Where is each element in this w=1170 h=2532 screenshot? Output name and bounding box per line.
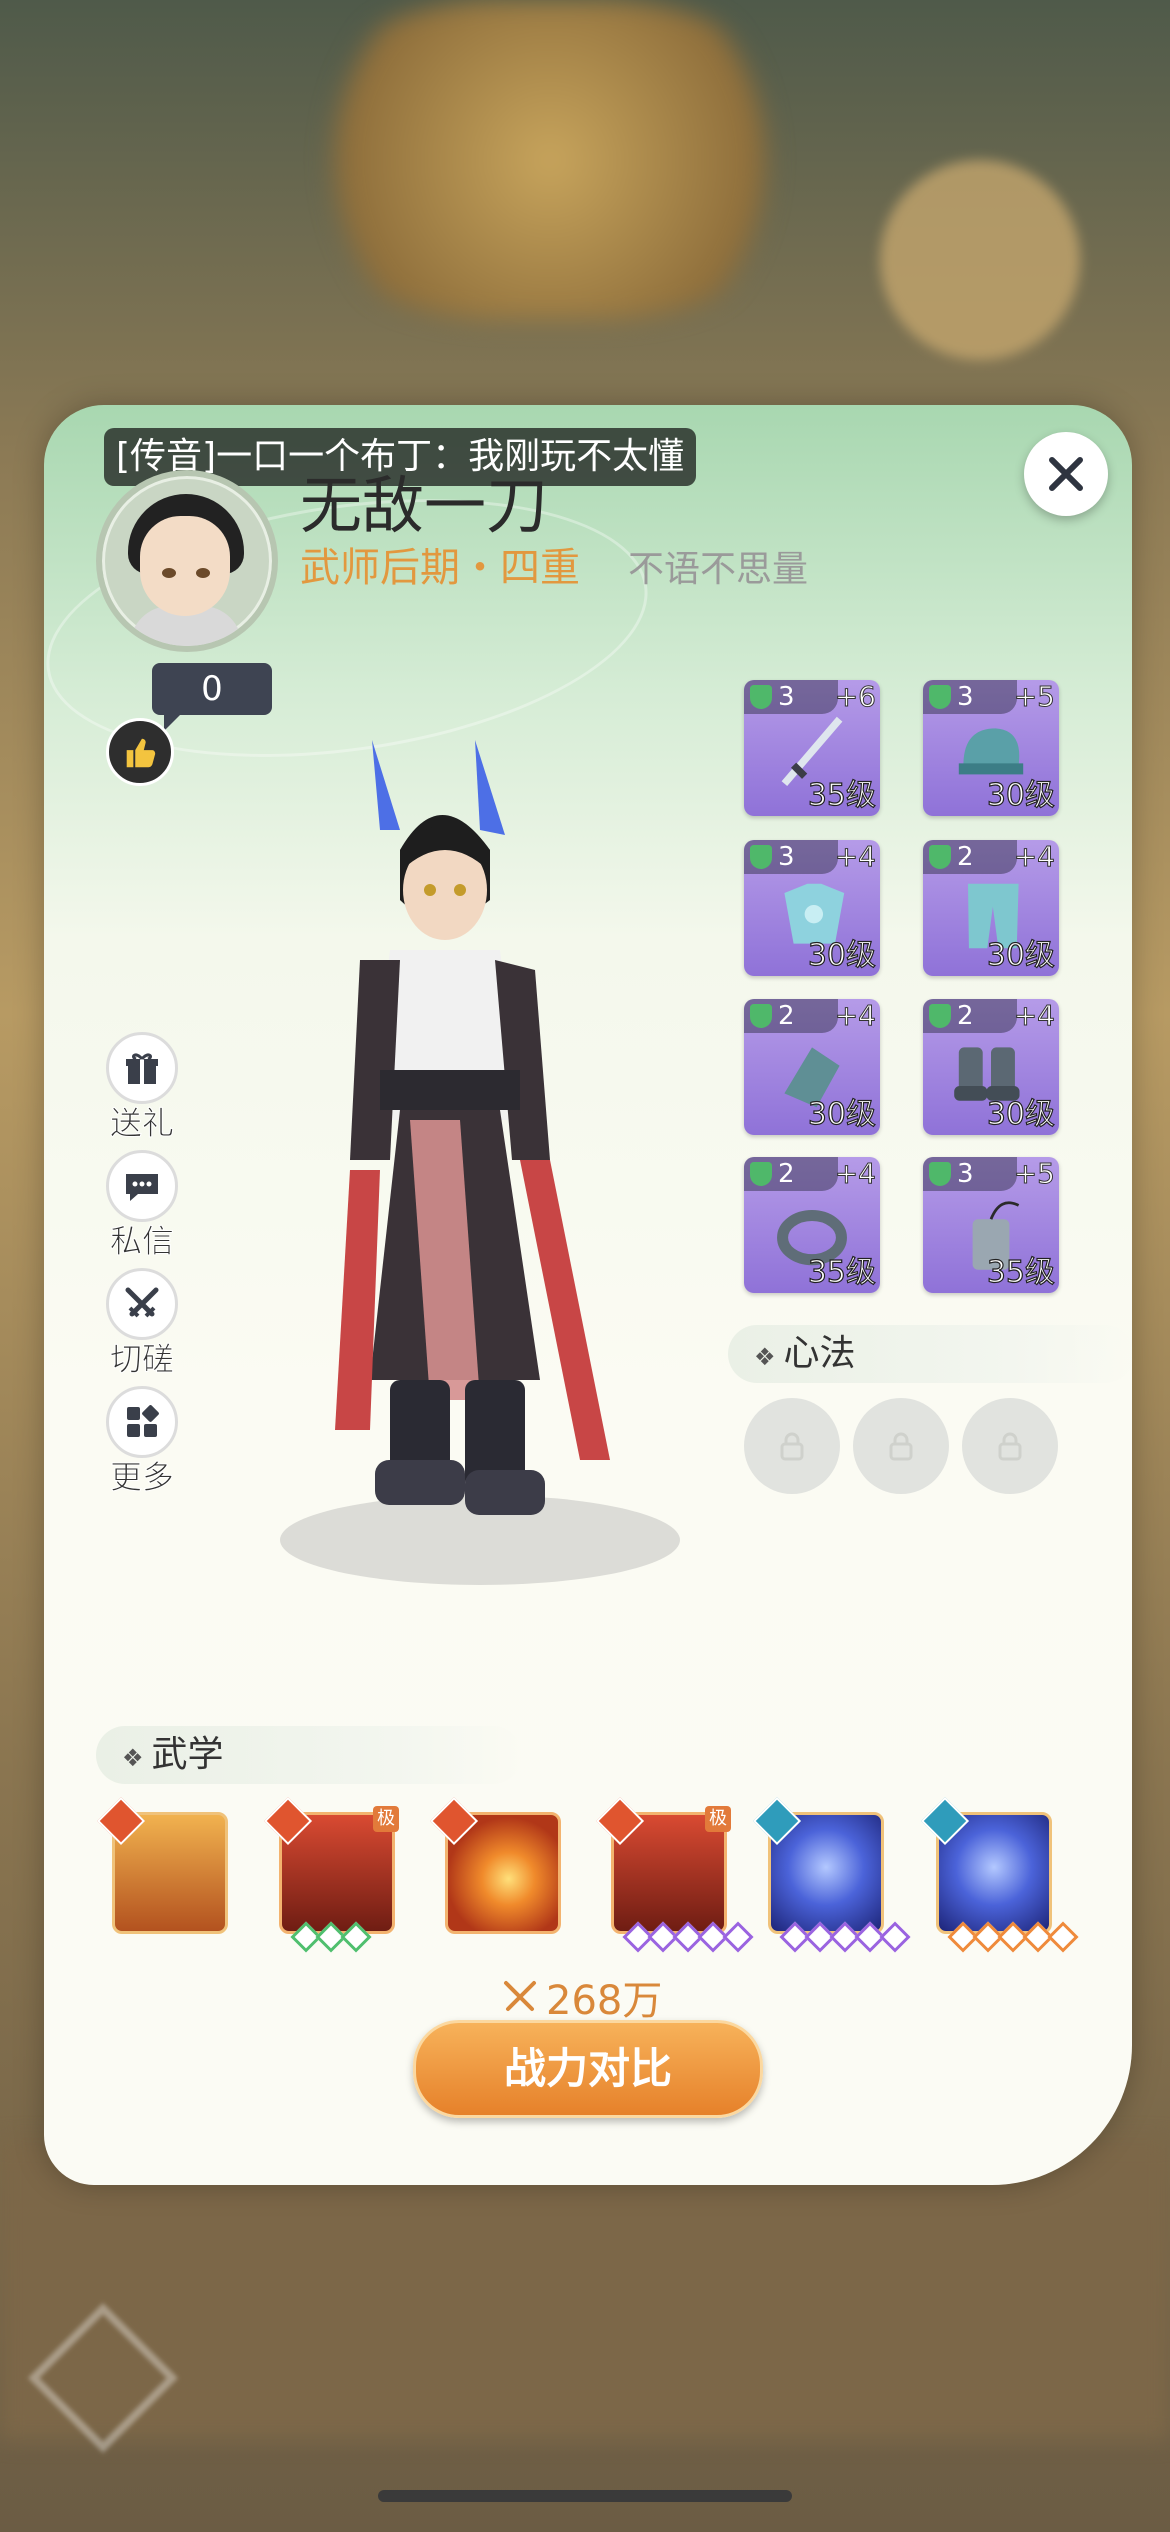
home-indicator[interactable] <box>378 2490 792 2502</box>
equip-level: 30级 <box>807 937 876 973</box>
enhance-level: +4 <box>834 1157 876 1191</box>
player-rank: 武师后期・四重 <box>300 545 580 591</box>
heart-method-title: 心法 <box>783 1333 856 1374</box>
enhance-level: +4 <box>834 999 876 1033</box>
more-grid-icon <box>127 1405 159 1437</box>
equip-slot-bracer[interactable]: 2 +4 30级 <box>744 999 880 1135</box>
skill-slot-6[interactable] <box>920 1796 1079 1953</box>
enhance-level: +4 <box>1013 840 1055 874</box>
gem-count: 2 <box>923 999 1017 1033</box>
enhance-level: +5 <box>1013 1157 1055 1191</box>
skill-slot-5[interactable] <box>752 1796 911 1953</box>
gem-count: 3 <box>744 840 838 874</box>
skill-slot-4[interactable]: 极 <box>595 1796 754 1953</box>
skill-slot-1[interactable] <box>96 1796 228 1934</box>
more-label: 更多 <box>109 1458 174 1497</box>
equip-level: 30级 <box>807 1096 876 1132</box>
section-deco-icon: ❖ <box>122 1744 144 1772</box>
equip-level: 35级 <box>807 777 876 813</box>
side-actions: 送礼 私信 切磋 更多 <box>100 1032 184 1504</box>
character-model[interactable] <box>250 740 710 1620</box>
equip-slot-pendant[interactable]: 3 +5 35级 <box>923 1157 1059 1293</box>
spar-label: 切磋 <box>109 1340 174 1379</box>
message-icon <box>126 1174 158 1201</box>
skill-stars <box>290 1921 372 1953</box>
lock-icon <box>889 1432 913 1461</box>
equip-slot-helmet[interactable]: 3 +5 30级 <box>923 680 1059 816</box>
equip-slot-boots[interactable]: 2 +4 30级 <box>923 999 1059 1135</box>
close-button[interactable] <box>1024 432 1108 516</box>
more-button[interactable]: 更多 <box>100 1386 184 1504</box>
gift-label: 送礼 <box>109 1104 174 1143</box>
skill-tag: 极 <box>373 1806 399 1832</box>
gem-count: 2 <box>923 840 1017 874</box>
combat-power: 268万 <box>500 1968 662 2026</box>
enhance-level: +6 <box>834 680 876 714</box>
skill-slot-2[interactable]: 极 <box>263 1796 399 1953</box>
heart-method-slot-1[interactable] <box>744 1398 840 1494</box>
blurred-location-text <box>20 170 40 235</box>
skill-slot-3[interactable] <box>429 1796 561 1934</box>
enhance-level: +5 <box>1013 680 1055 714</box>
enhance-level: +4 <box>1013 999 1055 1033</box>
combat-power-value: 268万 <box>546 1978 663 2024</box>
player-name: 无敌一刀 <box>300 469 549 542</box>
player-avatar[interactable] <box>96 470 278 652</box>
spar-button[interactable]: 切磋 <box>100 1268 184 1386</box>
gift-button[interactable]: 送礼 <box>100 1032 184 1150</box>
martial-arts-header: ❖ 武学 <box>96 1726 522 1784</box>
martial-arts-title: 武学 <box>151 1734 224 1775</box>
message-label: 私信 <box>109 1222 174 1261</box>
section-deco-icon: ❖ <box>754 1343 776 1371</box>
heart-method-header: ❖ 心法 <box>728 1325 1134 1383</box>
compare-power-button[interactable]: 战力对比 <box>413 2020 763 2118</box>
player-motto: 不语不思量 <box>628 549 809 590</box>
equip-level: 30级 <box>986 937 1055 973</box>
crossed-blades-icon <box>504 1981 536 2011</box>
equip-slot-pants[interactable]: 2 +4 30级 <box>923 840 1059 976</box>
heart-method-slot-3[interactable] <box>962 1398 1058 1494</box>
equip-slot-ring[interactable]: 2 +4 35级 <box>744 1157 880 1293</box>
skill-tag: 极 <box>705 1806 731 1832</box>
gem-count: 2 <box>744 1157 838 1191</box>
gem-count: 3 <box>923 680 1017 714</box>
enhance-level: +4 <box>834 840 876 874</box>
thumbs-up-icon <box>126 738 156 768</box>
gift-icon <box>126 1053 158 1084</box>
gem-count: 3 <box>923 1157 1017 1191</box>
equip-level: 35级 <box>986 1254 1055 1290</box>
equip-slot-armor[interactable]: 3 +4 30级 <box>744 840 880 976</box>
like-button[interactable] <box>106 718 174 786</box>
equip-level: 30级 <box>986 777 1055 813</box>
close-icon <box>1049 457 1083 491</box>
heart-method-slot-2[interactable] <box>853 1398 949 1494</box>
crossed-swords-icon <box>125 1287 159 1318</box>
gem-count: 3 <box>744 680 838 714</box>
skill-stars <box>779 1921 911 1953</box>
equip-level: 30级 <box>986 1096 1055 1132</box>
lock-icon <box>780 1432 804 1461</box>
equip-level: 35级 <box>807 1254 876 1290</box>
likes-count: 0 <box>152 663 272 731</box>
equip-slot-weapon[interactable]: 3 +6 35级 <box>744 680 880 816</box>
skill-stars <box>622 1921 754 1953</box>
lock-icon <box>998 1432 1022 1461</box>
skill-stars <box>947 1921 1079 1953</box>
gem-count: 2 <box>744 999 838 1033</box>
message-button[interactable]: 私信 <box>100 1150 184 1268</box>
